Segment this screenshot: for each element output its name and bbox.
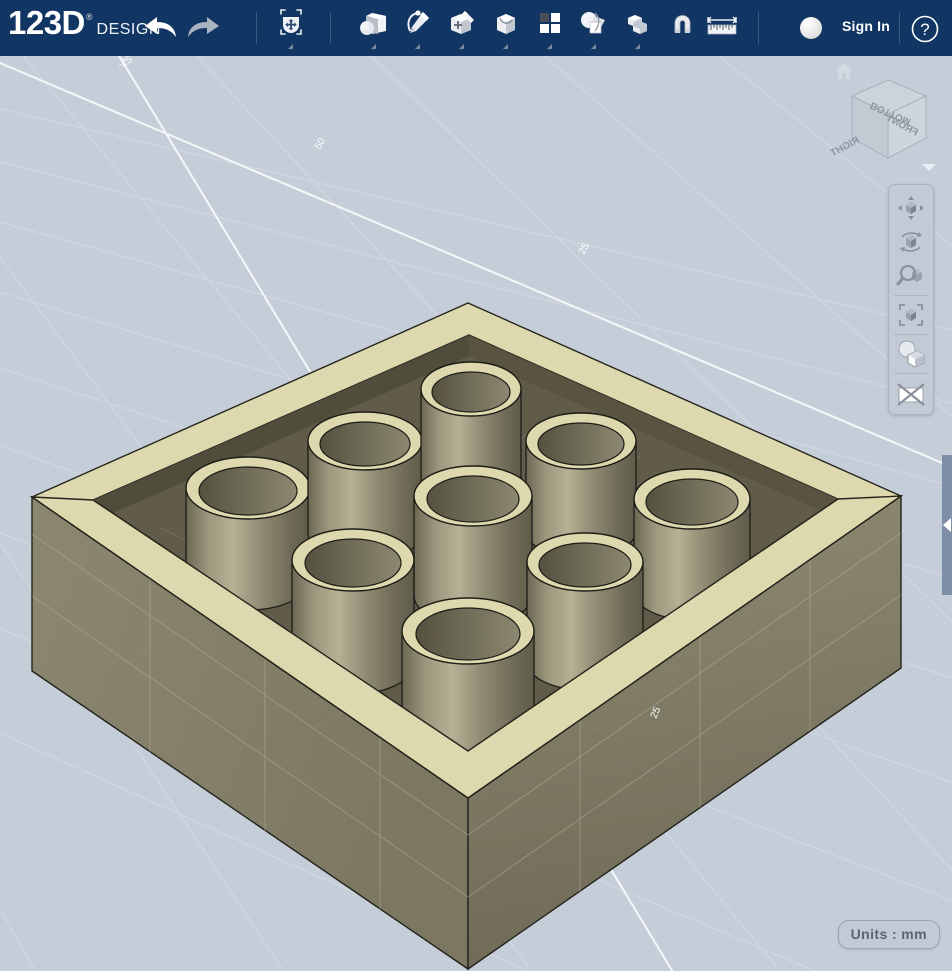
right-panel-expand-handle[interactable] [942, 455, 952, 595]
combine-solids-icon [616, 5, 660, 41]
grid-off-icon [897, 383, 925, 406]
question-mark-icon: ? [911, 15, 939, 43]
pattern-dropdown-caret[interactable] [547, 44, 552, 49]
nav-divider [894, 295, 928, 296]
pattern-grid-icon [528, 5, 572, 41]
help-button[interactable]: ? [910, 14, 940, 44]
nav-grid-off[interactable] [889, 376, 933, 410]
grouping-icon [572, 5, 616, 41]
snap-tool[interactable] [660, 5, 704, 51]
grid-label: 50 [313, 136, 328, 151]
nav-fit[interactable] [889, 298, 933, 332]
logo-primary-text: 123D [8, 4, 85, 41]
transform-tool[interactable] [269, 5, 313, 51]
undo-button[interactable] [136, 4, 182, 50]
toolbar-separator [330, 12, 331, 44]
construct-icon [440, 5, 484, 41]
home-view-icon[interactable] [833, 60, 855, 82]
navigation-bar[interactable] [888, 184, 934, 415]
nav-orbit[interactable] [889, 225, 933, 259]
redo-button[interactable] [182, 4, 228, 50]
chevron-left-icon [943, 518, 951, 532]
sketch-dropdown-caret[interactable] [415, 44, 420, 49]
grouping-tool[interactable] [572, 5, 616, 51]
nav-view-style[interactable] [889, 337, 933, 371]
viewcube-label-left: RIGHT [830, 135, 861, 159]
viewcube-dropdown-caret[interactable] [922, 164, 936, 171]
pattern-tool[interactable] [528, 5, 572, 51]
view-cube[interactable]: BOTTOM RIGHT FRONT [829, 58, 942, 173]
magnifier-icon [896, 264, 922, 286]
construct-dropdown-caret[interactable] [459, 44, 464, 49]
nav-pan[interactable] [889, 191, 933, 225]
3d-viewport[interactable]: -25 50 25 25 BOTTOM RIGHT FRONT Units: … [0, 56, 952, 971]
3d-scene[interactable]: -25 50 25 25 [0, 56, 952, 971]
undo-arrow-icon [145, 17, 176, 37]
logo-trademark: ® [85, 12, 93, 22]
pan-arrows-icon [898, 196, 924, 220]
nav-divider [894, 373, 928, 374]
primitives-tool[interactable] [352, 5, 396, 51]
transform-dropdown-caret[interactable] [288, 44, 293, 49]
sign-in-button[interactable]: Sign In [842, 18, 890, 34]
grouping-dropdown-caret[interactable] [591, 44, 596, 49]
svg-text:?: ? [920, 20, 929, 39]
cylinder-tray-model[interactable]: 25 [29, 302, 904, 971]
modify-dropdown-caret[interactable] [503, 44, 508, 49]
toolbar-separator [758, 12, 759, 44]
application-header: 123D ® DESIGN Sign In ? [0, 0, 952, 56]
account-avatar[interactable] [800, 17, 822, 39]
primitives-dropdown-caret[interactable] [371, 44, 376, 49]
combine-tool[interactable] [616, 5, 660, 51]
transform-icon [269, 5, 313, 41]
sketch-tool[interactable] [396, 5, 440, 51]
grid-dimension-labels: -25 50 25 [116, 56, 592, 256]
redo-arrow-icon [188, 17, 219, 37]
fit-brackets-icon [899, 304, 923, 326]
grid-label: -25 [116, 56, 134, 71]
toolbar-separator [256, 12, 257, 44]
combine-dropdown-caret[interactable] [635, 44, 640, 49]
measure-tool[interactable] [700, 5, 744, 51]
modify-tool[interactable] [484, 5, 528, 51]
units-badge[interactable]: Units : mm [837, 920, 940, 949]
primitives-icon [352, 5, 396, 41]
ruler-measure-icon [700, 5, 744, 41]
shaded-sphere-icon [898, 340, 925, 368]
nav-divider [894, 334, 928, 335]
modify-box-icon [484, 5, 528, 41]
sketch-pen-icon [396, 5, 440, 41]
construct-tool[interactable] [440, 5, 484, 51]
nav-zoom[interactable] [889, 259, 933, 293]
orbit-icon [900, 232, 922, 252]
magnet-icon [660, 5, 704, 41]
header-separator [899, 12, 900, 44]
